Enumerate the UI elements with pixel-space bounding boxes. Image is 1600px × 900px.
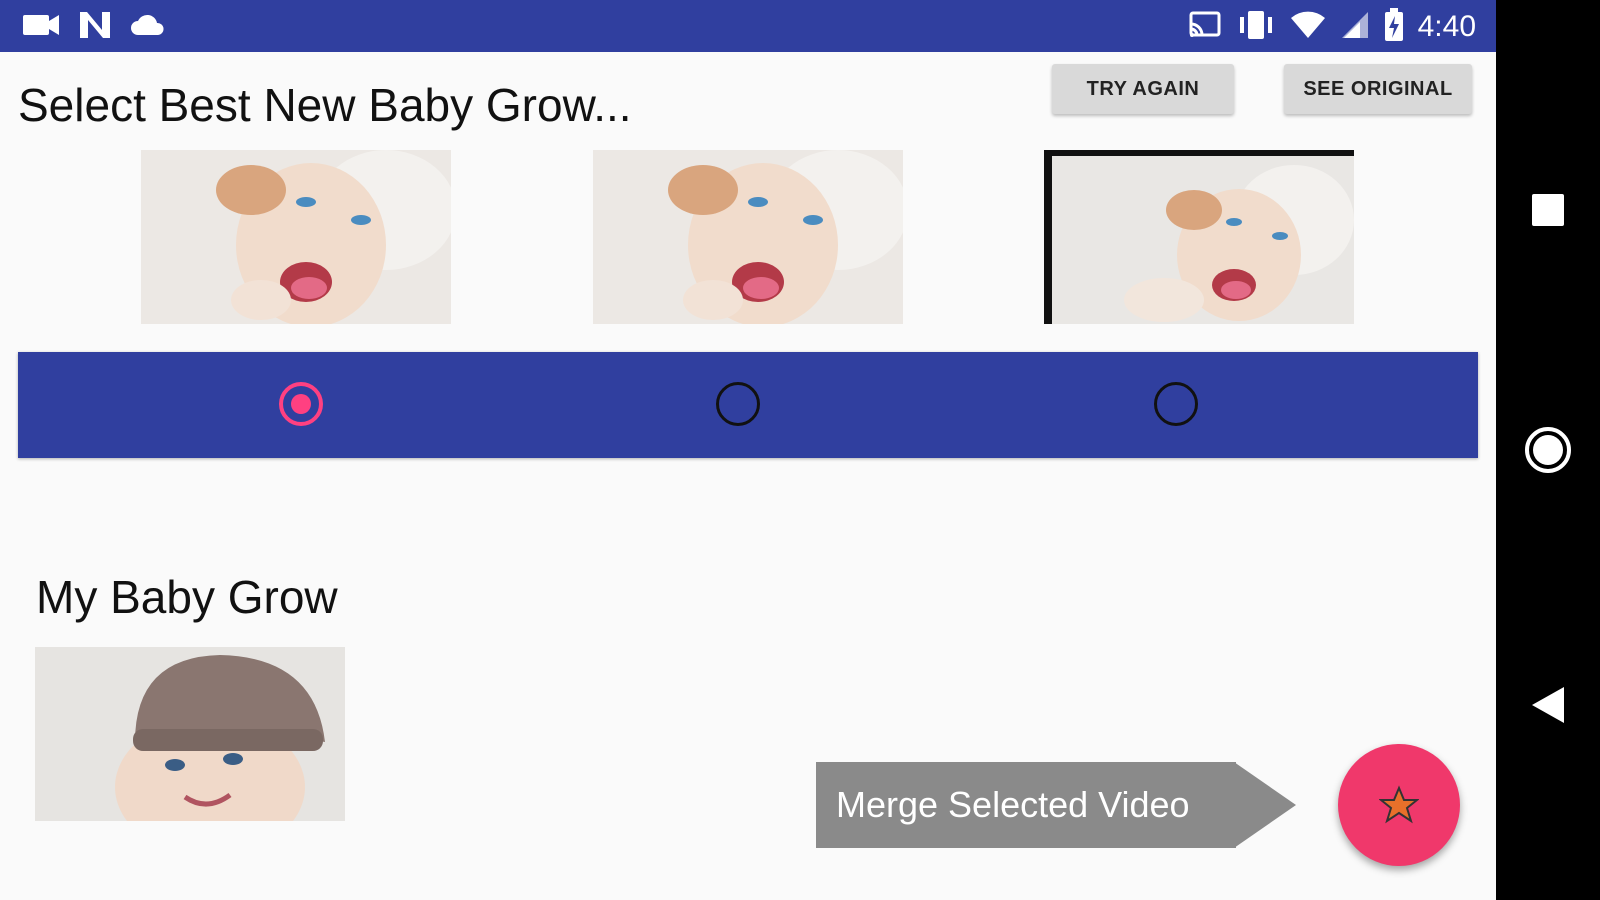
my-grow-image[interactable]	[35, 647, 345, 821]
see-original-button[interactable]: SEE ORIGINAL	[1284, 64, 1472, 114]
baby-photo-icon	[1044, 150, 1354, 324]
option-radio-1[interactable]	[279, 382, 323, 426]
baby-photo-icon	[593, 150, 903, 324]
option-image-2[interactable]	[593, 150, 903, 324]
option-radio-2[interactable]	[716, 382, 760, 426]
status-bar: 4:40	[0, 0, 1496, 52]
signal-icon	[1340, 10, 1370, 44]
wifi-icon	[1290, 10, 1326, 44]
section-title: My Baby Grow	[36, 571, 338, 623]
recents-button[interactable]	[1496, 180, 1600, 240]
tooltip-arrow	[1234, 762, 1296, 848]
baby-photo-icon	[141, 150, 451, 324]
home-button[interactable]	[1496, 420, 1600, 480]
vibrate-icon	[1236, 9, 1276, 45]
video-camera-icon	[22, 11, 60, 43]
try-again-button[interactable]: TRY AGAIN	[1052, 64, 1234, 114]
baby-photo-icon	[35, 647, 345, 821]
option-image-3[interactable]	[1044, 150, 1354, 324]
back-button[interactable]	[1496, 675, 1600, 735]
cloud-icon	[130, 13, 166, 41]
option-radio-3[interactable]	[1154, 382, 1198, 426]
status-time: 4:40	[1417, 10, 1476, 43]
fab-tooltip: Merge Selected Video	[816, 762, 1236, 848]
cast-icon	[1188, 10, 1222, 44]
option-image-1[interactable]	[141, 150, 451, 324]
option-selector-bar	[18, 352, 1478, 458]
n-icon	[78, 10, 112, 44]
battery-charging-icon	[1384, 8, 1404, 46]
merge-video-fab[interactable]	[1338, 744, 1460, 866]
page-title: Select Best New Baby Grow...	[18, 79, 632, 131]
navigation-bar	[1496, 0, 1600, 900]
home-icon	[1525, 427, 1571, 473]
recents-icon	[1532, 194, 1564, 226]
status-left-icons	[22, 10, 166, 44]
app-screen: 4:40 Select Best New Baby Grow... TRY AG…	[0, 0, 1496, 900]
star-icon	[1379, 785, 1419, 824]
status-right-icons: 4:40	[1188, 8, 1476, 46]
back-icon	[1532, 687, 1564, 723]
